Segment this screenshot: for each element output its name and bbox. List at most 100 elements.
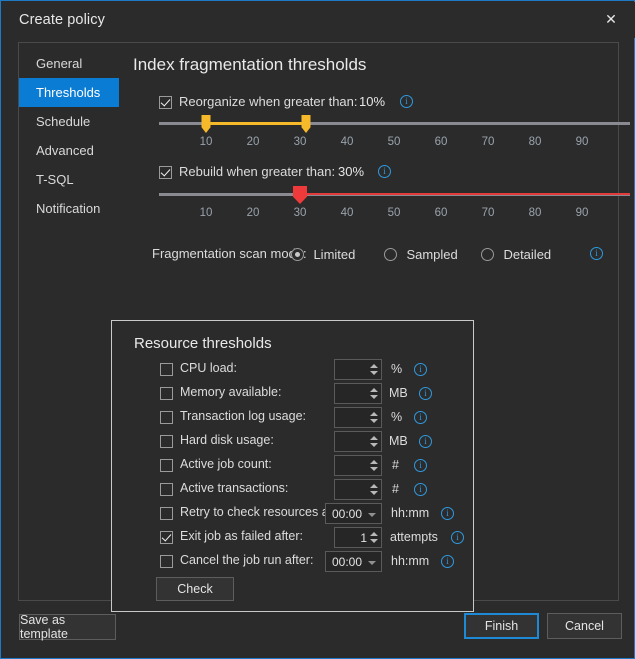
exit-job-failed-label: Exit job as failed after: [180, 529, 303, 543]
hard-disk-usage-unit: MB [389, 434, 408, 448]
cpu-load-input[interactable] [334, 359, 382, 380]
active-transactions-unit: # [392, 482, 399, 496]
stepper-up-icon[interactable] [370, 412, 378, 416]
transaction-log-usage-checkbox[interactable] [160, 411, 173, 424]
rebuild-slider[interactable]: 10 20 30 40 50 60 70 80 90 [159, 186, 630, 223]
active-job-count-info-icon[interactable]: i [414, 459, 427, 472]
title-bar: Create policy ✕ [2, 2, 635, 38]
reorganize-value: 10% [359, 94, 386, 109]
rebuild-label: Rebuild when greater than: [179, 164, 336, 179]
cpu-load-unit: % [391, 362, 403, 376]
memory-available-checkbox[interactable] [160, 387, 173, 400]
scan-mode-option-limited[interactable]: Limited [291, 246, 355, 264]
retry-check-resources-info-icon[interactable]: i [441, 507, 454, 520]
chevron-down-icon[interactable] [368, 513, 376, 517]
cancel-button[interactable]: Cancel [547, 613, 622, 639]
scan-mode-info-icon[interactable]: i [590, 247, 603, 260]
stepper-down-icon[interactable] [370, 371, 378, 375]
rebuild-value: 30% [338, 164, 365, 179]
stepper-up-icon[interactable] [370, 364, 378, 368]
check-button[interactable]: Check [156, 577, 234, 601]
hard-disk-usage-checkbox[interactable] [160, 435, 173, 448]
active-job-count-label: Active job count: [180, 457, 272, 471]
active-transactions-input[interactable] [334, 479, 382, 500]
exit-job-failed-checkbox[interactable] [160, 531, 173, 544]
retry-check-resources-value: 00:00 [332, 507, 363, 521]
stepper-down-icon[interactable] [370, 443, 378, 447]
rebuild-slider-handle[interactable] [293, 186, 307, 204]
row-memory-available: Memory available: MB i [112, 383, 473, 405]
scan-mode-option-label: Sampled [406, 247, 458, 262]
hard-disk-usage-input[interactable] [334, 431, 382, 452]
cancel-job-run-info-icon[interactable]: i [441, 555, 454, 568]
cancel-job-run-select[interactable]: 00:00 [325, 551, 382, 572]
stepper-up-icon[interactable] [370, 532, 378, 536]
chevron-down-icon[interactable] [368, 561, 376, 565]
row-active-job-count: Active job count: # i [112, 455, 473, 477]
memory-available-input[interactable] [334, 383, 382, 404]
stepper-up-icon[interactable] [370, 436, 378, 440]
scan-mode-option-detailed[interactable]: Detailed [481, 246, 551, 264]
sidebar-item-notification[interactable]: Notification [19, 194, 119, 223]
stepper-down-icon[interactable] [370, 419, 378, 423]
rebuild-info-icon[interactable]: i [378, 165, 391, 178]
stepper-down-icon[interactable] [370, 467, 378, 471]
hard-disk-usage-info-icon[interactable]: i [419, 435, 432, 448]
active-job-count-input[interactable] [334, 455, 382, 476]
sidebar-item-tsql[interactable]: T-SQL [19, 165, 119, 194]
stepper-up-icon[interactable] [370, 388, 378, 392]
radio-limited[interactable] [291, 248, 304, 261]
stepper-down-icon[interactable] [370, 491, 378, 495]
active-job-count-checkbox[interactable] [160, 459, 173, 472]
row-cancel-job-run: Cancel the job run after: 00:00 hh:mm i [112, 551, 473, 573]
retry-check-resources-select[interactable]: 00:00 [325, 503, 382, 524]
memory-available-label: Memory available: [180, 385, 282, 399]
memory-available-info-icon[interactable]: i [419, 387, 432, 400]
rebuild-checkbox[interactable] [159, 166, 172, 179]
row-retry-check-resources: Retry to check resources after: 00:00 hh… [112, 503, 473, 525]
tick-label: 40 [340, 207, 354, 219]
hard-disk-usage-label: Hard disk usage: [180, 433, 274, 447]
transaction-log-usage-input[interactable] [334, 407, 382, 428]
reorganize-slider-handle-max[interactable] [301, 115, 311, 133]
close-icon[interactable]: ✕ [589, 2, 633, 36]
cpu-load-info-icon[interactable]: i [414, 363, 427, 376]
stepper-down-icon[interactable] [370, 539, 378, 543]
reorganize-info-icon[interactable]: i [400, 95, 413, 108]
stepper-up-icon[interactable] [370, 484, 378, 488]
sidebar-item-advanced[interactable]: Advanced [19, 136, 119, 165]
sidebar-nav: General Thresholds Schedule Advanced T-S… [19, 49, 119, 223]
save-as-template-button[interactable]: Save as template [19, 613, 116, 641]
sidebar-item-thresholds[interactable]: Thresholds [19, 78, 119, 107]
retry-check-resources-checkbox[interactable] [160, 507, 173, 520]
cancel-job-run-label: Cancel the job run after: [180, 553, 314, 567]
transaction-log-usage-info-icon[interactable]: i [414, 411, 427, 424]
scan-mode-option-sampled[interactable]: Sampled [384, 246, 458, 264]
window-title: Create policy [19, 12, 105, 28]
finish-button[interactable]: Finish [464, 613, 539, 639]
stepper-down-icon[interactable] [370, 395, 378, 399]
sidebar-item-schedule[interactable]: Schedule [19, 107, 119, 136]
row-active-transactions: Active transactions: # i [112, 479, 473, 501]
sidebar-item-general[interactable]: General [19, 49, 119, 78]
scan-mode-label: Fragmentation scan mode: [152, 246, 307, 261]
cancel-job-run-checkbox[interactable] [160, 555, 173, 568]
active-transactions-info-icon[interactable]: i [414, 483, 427, 496]
scan-mode-option-label: Limited [313, 247, 356, 262]
resource-thresholds-title: Resource thresholds [134, 335, 272, 352]
cpu-load-checkbox[interactable] [160, 363, 173, 376]
exit-job-failed-input[interactable]: 1 [334, 527, 382, 548]
radio-detailed[interactable] [481, 248, 494, 261]
tick-label: 10 [199, 207, 213, 219]
reorganize-slider-handle-min[interactable] [201, 115, 211, 133]
cpu-load-label: CPU load: [180, 361, 237, 375]
reorganize-checkbox[interactable] [159, 96, 172, 109]
radio-sampled[interactable] [384, 248, 397, 261]
reorganize-slider[interactable]: 10 20 30 40 50 60 70 80 90 [159, 115, 630, 152]
exit-job-failed-info-icon[interactable]: i [451, 531, 464, 544]
tick-label: 50 [387, 207, 401, 219]
active-transactions-checkbox[interactable] [160, 483, 173, 496]
stepper-up-icon[interactable] [370, 460, 378, 464]
tick-label: 70 [481, 136, 495, 148]
tick-label: 40 [340, 136, 354, 148]
